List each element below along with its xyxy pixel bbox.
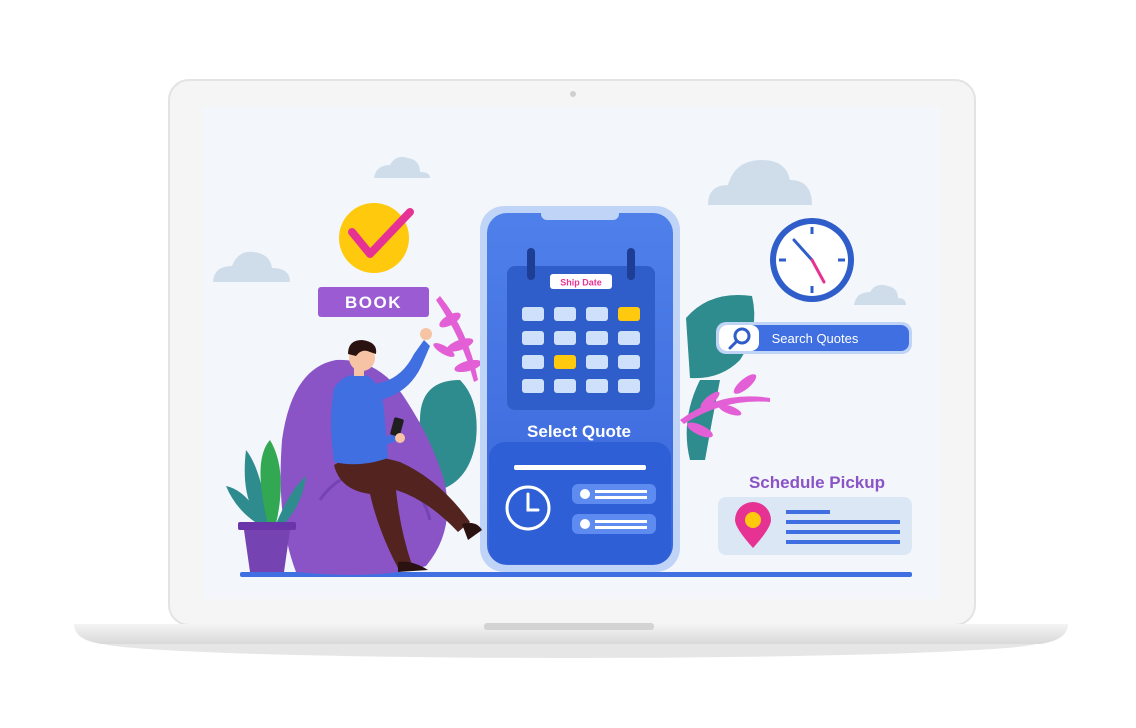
camera-dot bbox=[570, 91, 576, 97]
quote-option[interactable] bbox=[572, 484, 656, 504]
schedule-pickup-title[interactable]: Schedule Pickup bbox=[749, 473, 885, 492]
calendar-day-cell bbox=[618, 355, 640, 369]
calendar-day-cell bbox=[522, 307, 544, 321]
quote-card-line bbox=[514, 465, 646, 470]
calendar-icon bbox=[507, 248, 655, 410]
clock-icon bbox=[770, 218, 854, 302]
phone-notch bbox=[541, 208, 619, 220]
calendar-day-cell bbox=[522, 355, 544, 369]
calendar-day-cell bbox=[586, 355, 608, 369]
select-quote-title[interactable]: Select Quote bbox=[527, 422, 631, 441]
calendar-day-cell bbox=[522, 331, 544, 345]
calendar-day-cell bbox=[586, 331, 608, 345]
calendar-day-cell bbox=[554, 331, 576, 345]
calendar-day-cell bbox=[618, 331, 640, 345]
illustration: Ship Date Select Quote BOOK Search Quote… bbox=[74, 79, 1068, 658]
calendar-day-cell bbox=[586, 379, 608, 393]
calendar-day-cell bbox=[618, 379, 640, 393]
calendar-day-cell bbox=[554, 355, 576, 369]
book-button-label: BOOK bbox=[345, 293, 402, 312]
quote-option[interactable] bbox=[572, 514, 656, 534]
search-quotes-label: Search Quotes bbox=[772, 331, 859, 346]
calendar-day-cell bbox=[586, 307, 608, 321]
calendar-day-cell bbox=[554, 307, 576, 321]
laptop-notch bbox=[484, 623, 654, 630]
calendar-day-cell bbox=[522, 379, 544, 393]
ship-date-label: Ship Date bbox=[560, 278, 602, 288]
phone: Ship Date Select Quote bbox=[480, 206, 680, 572]
calendar-day-cell bbox=[554, 379, 576, 393]
calendar-day-cell bbox=[618, 307, 640, 321]
